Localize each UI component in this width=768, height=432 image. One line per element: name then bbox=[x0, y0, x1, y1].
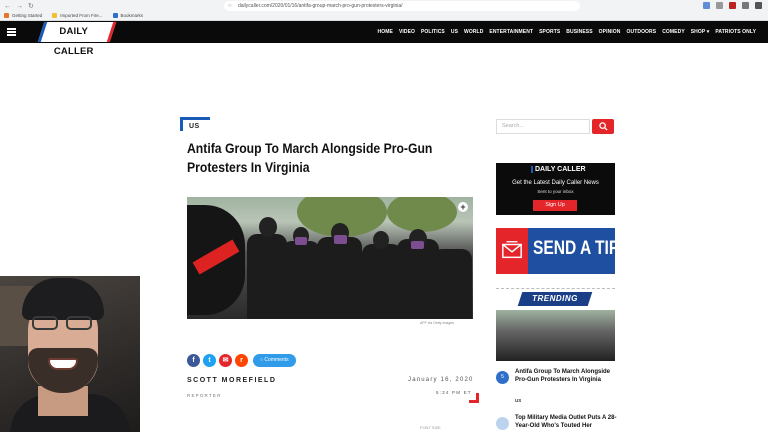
trending-category[interactable]: US bbox=[515, 398, 521, 403]
search-input[interactable]: Search... bbox=[496, 119, 590, 134]
trending-item[interactable]: 5 Antifa Group To March Alongside Pro-Gu… bbox=[496, 368, 615, 408]
facebook-share-icon[interactable]: f bbox=[187, 354, 200, 367]
corner-accent bbox=[469, 393, 479, 403]
main-nav: HOME VIDEO POLITICS US WORLD ENTERTAINME… bbox=[378, 21, 756, 43]
address-bar[interactable]: ○ dailycaller.com/2020/01/16/antifa-grou… bbox=[224, 1, 580, 11]
trending-header: TRENDING bbox=[517, 292, 593, 306]
trending-rank: 5 bbox=[496, 371, 509, 384]
nav-item-us[interactable]: US bbox=[451, 29, 458, 35]
trending-image[interactable] bbox=[496, 310, 615, 361]
back-icon[interactable]: ← bbox=[4, 2, 11, 12]
nav-item-opinion[interactable]: OPINION bbox=[599, 29, 621, 35]
search-button[interactable] bbox=[592, 119, 614, 134]
trending-title[interactable]: Top Military Media Outlet Puts A 28-Year… bbox=[515, 414, 620, 430]
site-header: DAILY CALLER HOME VIDEO POLITICS US WORL… bbox=[0, 21, 768, 57]
webcam-overlay bbox=[0, 276, 140, 432]
send-tip-banner[interactable]: SEND A TIP bbox=[496, 228, 619, 274]
menu-icon[interactable] bbox=[755, 2, 762, 9]
extension-icons bbox=[703, 2, 762, 9]
nav-item-shop[interactable]: SHOP ▾ bbox=[691, 29, 710, 35]
hero-image[interactable]: + bbox=[187, 197, 473, 319]
browser-chrome: ← → ↻ ○ dailycaller.com/2020/01/16/antif… bbox=[0, 0, 768, 21]
section-tag[interactable]: US bbox=[180, 117, 210, 131]
comments-button[interactable]: ○ Comments bbox=[253, 354, 296, 367]
trending-rank bbox=[496, 417, 509, 430]
reload-icon[interactable]: ↻ bbox=[28, 2, 34, 12]
newsletter-box: DAILY CALLER Get the Latest Daily Caller… bbox=[496, 163, 615, 215]
site-logo[interactable]: DAILY CALLER bbox=[37, 22, 117, 57]
article-headline: Antifa Group To March Alongside Pro-Gun … bbox=[187, 141, 433, 176]
author-name[interactable]: SCOTT MOREFIELD bbox=[187, 377, 276, 384]
font-size-label: FONT SIZE bbox=[420, 425, 441, 430]
browser-nav: ← → ↻ bbox=[4, 2, 34, 12]
bookmarks-bar: Getting Started Imported From Fire... Bo… bbox=[4, 12, 143, 20]
trending-item[interactable]: Top Military Media Outlet Puts A 28-Year… bbox=[496, 414, 616, 432]
extension-icon[interactable] bbox=[742, 2, 749, 9]
nav-item-business[interactable]: BUSINESS bbox=[566, 29, 592, 35]
bookmark-getting-started[interactable]: Getting Started bbox=[4, 12, 42, 20]
flag-graphic bbox=[187, 205, 245, 315]
extension-icon[interactable] bbox=[703, 2, 710, 9]
hamburger-menu-icon[interactable] bbox=[7, 28, 16, 36]
newsletter-title: Get the Latest Daily Caller News bbox=[512, 180, 599, 186]
forward-icon[interactable]: → bbox=[16, 2, 23, 12]
nav-item-outdoors[interactable]: OUTDOORS bbox=[627, 29, 657, 35]
trending-title[interactable]: Antifa Group To March Alongside Pro-Gun … bbox=[515, 368, 620, 384]
email-share-icon[interactable]: ✉ bbox=[219, 354, 232, 367]
share-bar: f t ✉ r ○ Comments bbox=[187, 354, 296, 367]
nav-item-home[interactable]: HOME bbox=[378, 29, 393, 35]
send-tip-label: SEND A TIP bbox=[533, 238, 620, 259]
newsletter-subtitle: Sent to your inbox bbox=[537, 189, 574, 194]
newsletter-signup-button[interactable]: Sign Up bbox=[533, 200, 577, 211]
author-role: REPORTER bbox=[187, 393, 222, 398]
nav-item-world[interactable]: WORLD bbox=[464, 29, 483, 35]
expand-image-icon[interactable]: + bbox=[458, 202, 468, 212]
nav-item-politics[interactable]: POLITICS bbox=[421, 29, 445, 35]
bookmark-bookmarks[interactable]: Bookmarks bbox=[113, 12, 144, 20]
divider bbox=[496, 288, 615, 289]
search-icon bbox=[599, 122, 608, 131]
nav-item-entertainment[interactable]: ENTERTAINMENT bbox=[489, 29, 533, 35]
envelope-icon bbox=[502, 241, 522, 259]
reddit-share-icon[interactable]: r bbox=[235, 354, 248, 367]
photo-credit: AFP via Getty Images bbox=[420, 321, 454, 325]
nav-item-comedy[interactable]: COMEDY bbox=[662, 29, 685, 35]
extension-icon[interactable] bbox=[729, 2, 736, 9]
lock-icon: ○ bbox=[228, 3, 232, 9]
nav-item-video[interactable]: VIDEO bbox=[399, 29, 415, 35]
bookmark-imported[interactable]: Imported From Fire... bbox=[52, 12, 102, 20]
nav-item-patriots-only[interactable]: PATRIOTS ONLY bbox=[715, 29, 756, 35]
publish-date: January 16, 2020 bbox=[408, 377, 474, 383]
newsletter-logo: DAILY CALLER bbox=[531, 166, 586, 173]
nav-item-sports[interactable]: SPORTS bbox=[539, 29, 560, 35]
extension-icon[interactable] bbox=[716, 2, 723, 9]
publish-time: 5:34 PM ET bbox=[436, 390, 472, 395]
twitter-share-icon[interactable]: t bbox=[203, 354, 216, 367]
url-text: dailycaller.com/2020/01/16/antifa-group-… bbox=[238, 3, 403, 9]
